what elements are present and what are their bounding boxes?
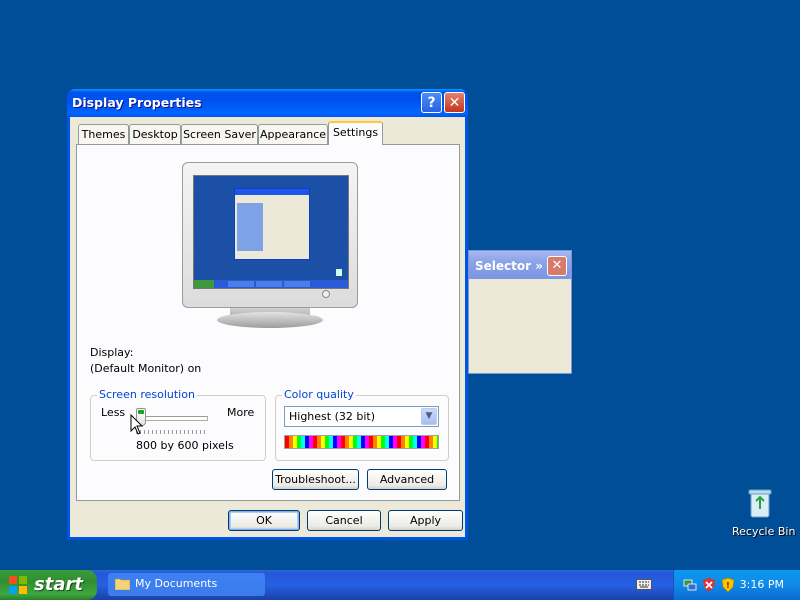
preview-recycle-icon (336, 269, 342, 276)
color-spectrum-bar (284, 435, 439, 449)
selector-titlebar[interactable]: Selector » ✕ (469, 251, 571, 279)
taskbar-item-label: My Documents (135, 577, 218, 590)
monitor-power-icon (322, 290, 330, 298)
svg-text:!: ! (726, 581, 730, 590)
color-quality-value: Highest (32 bit) (289, 410, 376, 423)
tab-screen-saver[interactable]: Screen Saver (181, 124, 258, 144)
clock: 3:16 PM (739, 578, 784, 591)
cancel-button[interactable]: Cancel (307, 510, 381, 531)
mouse-cursor-icon (130, 414, 144, 435)
tab-desktop[interactable]: Desktop (129, 124, 181, 144)
slider-less-label: Less (101, 406, 126, 419)
windows-security-shield-icon[interactable]: ! (720, 577, 736, 593)
help-button[interactable]: ? (421, 92, 442, 113)
selector-close-button[interactable]: ✕ (547, 256, 567, 276)
monitor-base (217, 312, 323, 328)
close-button[interactable]: ✕ (444, 92, 465, 113)
recycle-bin-label: Recycle Bin (732, 525, 796, 538)
keyboard-icon[interactable] (636, 579, 652, 590)
ok-button[interactable]: OK (228, 510, 300, 531)
recycle-bin[interactable]: Recycle Bin (732, 487, 796, 538)
slider-more-label: More (227, 406, 255, 419)
tab-appearance[interactable]: Appearance (258, 124, 328, 144)
taskbar: start My Documents ! 3:16 PM (0, 570, 800, 600)
start-label: start (34, 574, 83, 595)
resolution-slider-ticks (136, 430, 206, 434)
tab-themes[interactable]: Themes (78, 124, 129, 144)
advanced-button[interactable]: Advanced (367, 469, 447, 490)
selector-title: Selector » (475, 259, 543, 273)
color-quality-legend: Color quality (282, 388, 356, 401)
color-quality-select[interactable]: Highest (32 bit) ▼ (284, 406, 439, 427)
recycle-bin-icon (748, 489, 772, 518)
resolution-slider-track[interactable] (136, 416, 208, 421)
network-icon[interactable] (682, 577, 698, 593)
start-button[interactable]: start (0, 570, 97, 600)
color-quality-group: Color quality (275, 388, 449, 461)
dialog-title: Display Properties (72, 95, 202, 110)
troubleshoot-button[interactable]: Troubleshoot... (272, 469, 359, 490)
display-label: Display: (90, 346, 134, 359)
monitor-preview (182, 162, 358, 308)
apply-button[interactable]: Apply (388, 510, 463, 531)
system-tray: ! 3:16 PM (673, 570, 800, 600)
preview-taskbar (194, 280, 348, 288)
security-alert-icon[interactable] (701, 577, 717, 593)
dialog-titlebar[interactable]: Display Properties ? ✕ (67, 89, 468, 117)
folder-icon (115, 578, 130, 590)
display-properties-dialog: Display Properties ? ✕ Themes Desktop Sc… (67, 89, 468, 540)
taskbar-item-my-documents[interactable]: My Documents (108, 573, 265, 596)
preview-window (234, 188, 310, 260)
display-value: (Default Monitor) on (90, 362, 202, 375)
chevron-down-icon[interactable]: ▼ (421, 408, 437, 425)
windows-logo-icon (9, 576, 27, 594)
selector-window[interactable]: Selector » ✕ (468, 250, 572, 374)
screen-resolution-legend: Screen resolution (97, 388, 197, 401)
resolution-value: 800 by 600 pixels (136, 439, 234, 452)
monitor-screen (193, 175, 349, 289)
tab-settings[interactable]: Settings (328, 121, 383, 145)
